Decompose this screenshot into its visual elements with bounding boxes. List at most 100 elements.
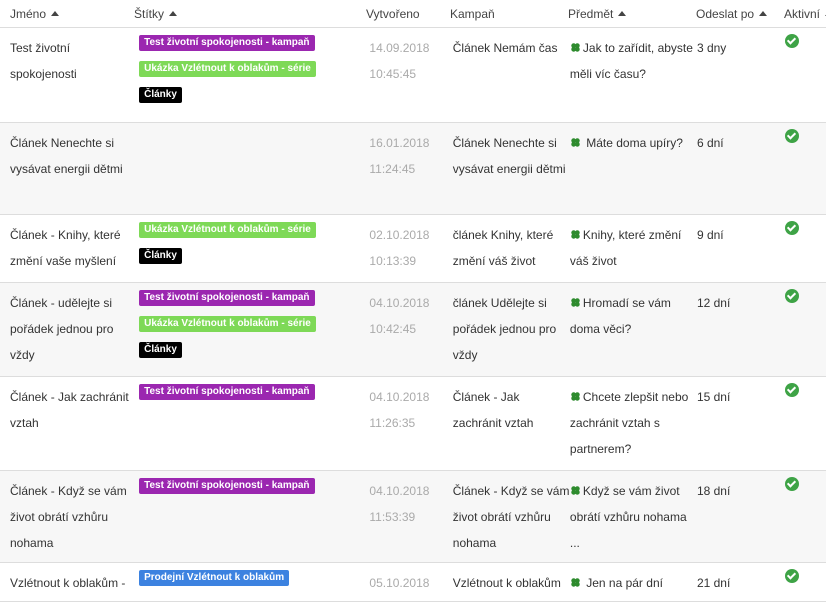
row-name[interactable]: Článek Nenechte si vysávat energii dětmi <box>0 123 139 214</box>
subject-text: Knihy, které změní váš život <box>569 228 682 268</box>
header-tags-label: Štítky <box>134 6 165 21</box>
created-time: 10:45:45 <box>369 67 417 81</box>
header-send-after[interactable]: Odeslat po <box>696 7 784 21</box>
row-subject: Jen na pár dní <box>570 563 697 601</box>
created-time: 10:13:39 <box>369 254 417 268</box>
row-active[interactable] <box>784 28 826 122</box>
check-circle-icon[interactable] <box>785 34 800 48</box>
tag-badge[interactable]: Články <box>139 342 182 358</box>
check-circle-icon[interactable] <box>785 289 800 303</box>
row-campaign: Článek - Jak zachránit vztah <box>452 390 534 430</box>
row-created: 04.10.2018 11:26:35 <box>369 377 452 470</box>
row-active[interactable] <box>784 471 826 562</box>
row-subject: Hromadí se vám doma věci? <box>570 283 697 376</box>
table-row[interactable]: Vzlétnout k oblakům - Prodejní Vzlétnout… <box>0 563 826 602</box>
row-name[interactable]: Článek - Jak zachránit vztah <box>0 377 139 470</box>
header-send-after-label: Odeslat po <box>696 6 755 21</box>
table-row[interactable]: Článek - Jak zachránit vztah Test životn… <box>0 377 826 471</box>
tag-badge[interactable]: Články <box>139 248 182 264</box>
header-created[interactable]: Vytvořeno <box>366 7 450 21</box>
row-send-after: 3 dny <box>696 41 727 55</box>
row-active[interactable] <box>784 377 826 470</box>
tag-badge[interactable]: Test životní spokojenosti - kampaň <box>139 478 315 494</box>
row-created: 14.09.2018 10:45:45 <box>369 28 452 122</box>
check-circle-icon[interactable] <box>785 477 800 491</box>
tag-badge[interactable]: Prodejní Vzlétnout k oblakům <box>139 570 290 586</box>
sort-asc-icon <box>618 11 627 16</box>
row-campaign: článek Knihy, které změní váš život <box>452 228 554 268</box>
table-row[interactable]: Článek - Knihy, které změní vaše myšlení… <box>0 215 826 283</box>
tag-badge[interactable]: Test životní spokojenosti - kampaň <box>139 384 315 400</box>
header-subject[interactable]: Předmět <box>568 7 696 21</box>
header-subject-label: Předmět <box>568 6 614 21</box>
subject-text: Jen na pár dní <box>582 576 663 590</box>
check-circle-icon[interactable] <box>785 569 800 583</box>
check-circle-icon[interactable] <box>785 383 800 397</box>
tag-badge[interactable]: Ukázka Vzlétnout k oblakům - série <box>139 222 316 238</box>
created-date: 14.09.2018 <box>369 41 430 55</box>
tag-badge[interactable]: Test životní spokojenosti - kampaň <box>139 35 315 51</box>
sort-asc-icon <box>169 11 178 16</box>
row-active[interactable] <box>784 215 826 282</box>
table-header: Jméno Štítky Vytvořeno Kampaň Předmět Od… <box>0 0 826 28</box>
row-created: 04.10.2018 11:53:39 <box>369 471 452 562</box>
subject-text: Jak to zařídit, abyste měli víc času? <box>569 41 693 81</box>
subject-text: Chcete zlepšit nebo zachránit vztah s pa… <box>569 390 689 456</box>
sort-asc-icon <box>51 11 60 16</box>
clover-icon <box>570 131 581 147</box>
sort-asc-icon <box>759 11 768 16</box>
header-name[interactable]: Jméno <box>0 7 134 21</box>
tag-badge[interactable]: Ukázka Vzlétnout k oblakům - série <box>139 316 316 332</box>
clover-icon <box>570 36 581 52</box>
clover-icon <box>570 385 581 401</box>
row-active[interactable] <box>784 123 826 214</box>
row-active[interactable] <box>784 563 826 601</box>
created-time: 11:24:45 <box>369 162 416 176</box>
row-subject: Jak to zařídit, abyste měli víc času? <box>570 28 697 122</box>
row-campaign: článek Udělejte si pořádek jednou pro vž… <box>452 296 557 362</box>
tag-badge[interactable]: Test životní spokojenosti - kampaň <box>139 290 315 306</box>
check-circle-icon[interactable] <box>785 221 800 235</box>
created-date: 04.10.2018 <box>369 484 430 498</box>
table-row[interactable]: Test životní spokojenosti Test životní s… <box>0 28 826 123</box>
row-subject: Chcete zlepšit nebo zachránit vztah s pa… <box>570 377 697 470</box>
row-name[interactable]: Článek - udělejte si pořádek jednou pro … <box>0 283 139 376</box>
table-row[interactable]: Článek - Když se vám život obrátí vzhůru… <box>0 471 826 563</box>
row-campaign: Článek - Když se vám život obrátí vzhůru… <box>452 484 570 550</box>
row-name[interactable]: Vzlétnout k oblakům - <box>0 563 139 601</box>
row-created: 04.10.2018 10:42:45 <box>369 283 452 376</box>
created-time: 11:53:39 <box>369 510 416 524</box>
header-tags[interactable]: Štítky <box>134 7 366 21</box>
table-row[interactable]: Článek - udělejte si pořádek jednou pro … <box>0 283 826 377</box>
header-active[interactable]: Aktivní <box>784 7 826 21</box>
clover-icon <box>570 479 581 495</box>
header-created-label: Vytvořeno <box>366 6 420 21</box>
row-created: 02.10.2018 10:13:39 <box>369 215 452 282</box>
row-active[interactable] <box>784 283 826 376</box>
row-name[interactable]: Článek - Když se vám život obrátí vzhůru… <box>0 471 139 562</box>
row-campaign: Článek Nenechte si vysávat energii dětmi <box>452 136 566 176</box>
header-campaign[interactable]: Kampaň <box>450 7 568 21</box>
check-circle-icon[interactable] <box>785 129 800 143</box>
created-time: 11:26:35 <box>369 416 416 430</box>
row-name[interactable]: Článek - Knihy, které změní vaše myšlení <box>0 215 139 282</box>
subject-text: Máte doma upíry? <box>582 136 683 150</box>
table-row[interactable]: Článek Nenechte si vysávat energii dětmi… <box>0 123 826 215</box>
subject-text: Když se vám život obrátí vzhůru nohama .… <box>569 484 687 550</box>
created-date: 04.10.2018 <box>369 296 430 310</box>
clover-icon <box>570 571 581 587</box>
row-send-after: 18 dní <box>696 484 731 498</box>
created-date: 02.10.2018 <box>369 228 430 242</box>
created-date: 04.10.2018 <box>369 390 430 404</box>
row-send-after: 15 dní <box>696 390 731 404</box>
subject-text: Hromadí se vám doma věci? <box>569 296 671 336</box>
row-campaign: Článek Nemám čas <box>452 41 558 55</box>
created-date: 16.01.2018 <box>369 136 430 150</box>
row-name[interactable]: Test životní spokojenosti <box>0 28 139 122</box>
tag-badge[interactable]: Ukázka Vzlétnout k oblakům - série <box>139 61 316 77</box>
sequence-table: Jméno Štítky Vytvořeno Kampaň Předmět Od… <box>0 0 826 602</box>
row-campaign: Vzlétnout k oblakům <box>452 576 561 590</box>
row-send-after: 6 dní <box>696 136 724 150</box>
row-tags <box>139 123 369 214</box>
tag-badge[interactable]: Články <box>139 87 182 103</box>
